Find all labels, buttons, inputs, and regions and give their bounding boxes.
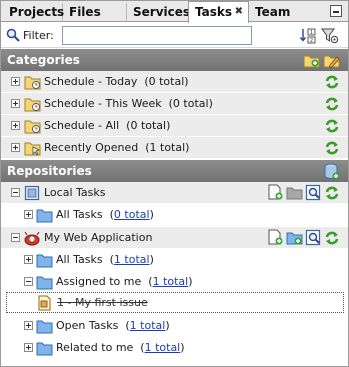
filter-settings-icon[interactable] (321, 27, 339, 45)
category-label: Schedule - This Week (0 total) (44, 97, 213, 110)
category-row[interactable]: Schedule - All (0 total) (1, 115, 348, 137)
expand-toggle[interactable] (24, 210, 33, 219)
tab-bar: Projects Files Services Tasks ✖ Team (1, 1, 348, 23)
new-query-folder-icon[interactable] (286, 184, 304, 202)
query-folder-icon (36, 276, 53, 290)
refresh-icon[interactable] (323, 184, 341, 202)
minimize-window-button[interactable] (330, 5, 342, 17)
refresh-icon[interactable] (323, 95, 341, 113)
new-task-icon[interactable] (267, 184, 285, 202)
expand-toggle[interactable] (24, 343, 33, 352)
category-row[interactable]: Schedule - Today (0 total) (1, 71, 348, 93)
search-icon (6, 28, 20, 42)
filter-label: Filter: (23, 29, 54, 42)
scheduled-folder-icon (24, 76, 41, 90)
filter-input[interactable] (62, 26, 252, 45)
collapse-toggle[interactable] (11, 233, 20, 242)
query-label: Open Tasks (1 total) (56, 319, 170, 332)
tab-label: Services (133, 5, 191, 19)
expand-toggle[interactable] (24, 255, 33, 264)
new-task-icon[interactable] (267, 229, 285, 247)
local-repository-icon (24, 185, 40, 201)
expand-toggle[interactable] (11, 143, 20, 152)
new-category-icon[interactable] (303, 52, 321, 68)
close-icon[interactable]: ✖ (235, 6, 243, 17)
tab-label: Files (69, 5, 101, 19)
recent-folder-icon (24, 142, 41, 156)
query-label: All Tasks (0 total) (56, 208, 154, 221)
count-link[interactable]: 1 total (130, 319, 166, 332)
category-label: Recently Opened (1 total) (44, 141, 190, 154)
tab-label: Team (255, 5, 291, 19)
tab-services[interactable]: Services (127, 3, 191, 22)
scheduled-folder-icon (24, 98, 41, 112)
refresh-icon[interactable] (323, 73, 341, 91)
query-label: Related to me (1 total) (56, 341, 185, 354)
query-folder-icon (36, 320, 53, 334)
repositories-header: Repositories (1, 160, 348, 182)
count-link[interactable]: 0 total (114, 208, 150, 221)
tab-label: Projects (9, 5, 65, 19)
categories-header: Categories (1, 49, 348, 71)
search-tasks-icon[interactable] (305, 184, 323, 202)
query-folder-icon (36, 209, 53, 223)
new-query-folder-icon[interactable] (286, 229, 304, 247)
category-label: Schedule - All (0 total) (44, 119, 171, 132)
repository-label: My Web Application (44, 231, 153, 244)
query-row[interactable]: All Tasks (0 total) (1, 204, 348, 226)
expand-toggle[interactable] (11, 77, 20, 86)
refresh-icon[interactable] (323, 139, 341, 157)
query-row[interactable]: All Tasks (1 total) (1, 249, 348, 271)
query-folder-icon (36, 342, 53, 356)
query-label: Assigned to me (1 total) (56, 275, 193, 288)
filter-bar: Filter: 1 2 (1, 23, 348, 48)
section-title: Categories (7, 53, 80, 67)
bugzilla-repository-icon (24, 231, 40, 246)
collapse-toggle[interactable] (24, 277, 33, 286)
tab-projects[interactable]: Projects (3, 3, 65, 22)
refresh-icon[interactable] (323, 229, 341, 247)
task-icon (38, 295, 51, 311)
query-row[interactable]: Open Tasks (1 total) (1, 315, 348, 337)
count-link[interactable]: 1 total (153, 275, 189, 288)
repository-row-local-tasks[interactable]: Local Tasks (1, 182, 348, 204)
svg-text:2: 2 (310, 38, 313, 44)
expand-toggle[interactable] (24, 321, 33, 330)
section-title: Repositories (7, 164, 92, 178)
task-row[interactable]: 1 - My first issue (6, 292, 344, 313)
query-row[interactable]: Related to me (1 total) (1, 337, 348, 359)
count-link[interactable]: 1 total (114, 253, 150, 266)
add-repository-icon[interactable] (323, 163, 341, 181)
count-link[interactable]: 1 total (145, 341, 181, 354)
sort-icon[interactable]: 1 2 (299, 27, 317, 45)
tab-label: Tasks (195, 5, 233, 19)
expand-toggle[interactable] (11, 121, 20, 130)
scheduled-folder-icon (24, 120, 41, 134)
tab-files[interactable]: Files (63, 3, 127, 22)
category-row[interactable]: Schedule - This Week (0 total) (1, 93, 348, 115)
repository-row-my-web-application[interactable]: My Web Application (1, 227, 348, 249)
task-label: 1 - My first issue (57, 296, 148, 309)
search-tasks-icon[interactable] (305, 229, 323, 247)
category-label: Schedule - Today (0 total) (44, 75, 189, 88)
refresh-icon[interactable] (323, 117, 341, 135)
category-row[interactable]: Recently Opened (1 total) (1, 137, 348, 159)
edit-category-icon[interactable] (323, 52, 341, 68)
query-row[interactable]: Assigned to me (1 total) (1, 271, 348, 293)
query-folder-icon (36, 254, 53, 268)
tab-team[interactable]: Team (249, 3, 299, 22)
query-label: All Tasks (1 total) (56, 253, 154, 266)
repository-label: Local Tasks (44, 186, 106, 199)
tab-tasks[interactable]: Tasks ✖ (188, 1, 249, 23)
collapse-toggle[interactable] (11, 188, 20, 197)
svg-text:1: 1 (310, 30, 313, 36)
tasks-window: Projects Files Services Tasks ✖ Team Fil… (0, 0, 349, 367)
expand-toggle[interactable] (11, 99, 20, 108)
